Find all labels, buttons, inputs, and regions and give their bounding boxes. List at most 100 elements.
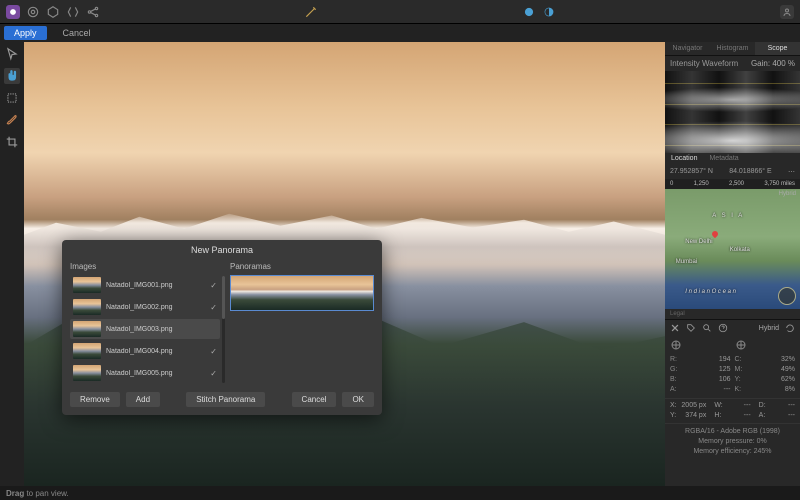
- color-profile: RGBA/16 - Adobe RGB (1998): [670, 427, 795, 437]
- val-d: ---: [788, 401, 795, 411]
- info-toolbar: Hybrid: [665, 319, 800, 336]
- wand-icon[interactable]: [304, 5, 318, 19]
- gain-value[interactable]: 400 %: [772, 59, 795, 68]
- scope-title: Intensity Waveform: [670, 59, 738, 68]
- check-icon[interactable]: ✓: [210, 369, 217, 378]
- dialog-title: New Panorama: [62, 240, 382, 258]
- panel-tabs: Navigator Histogram Scope: [665, 42, 800, 56]
- mirror-icon[interactable]: [66, 5, 80, 19]
- image-name: Natadol_IMG001.png: [106, 282, 205, 289]
- position-info: X:2005 px Y:374 px W:--- H:--- D:--- A:-…: [665, 398, 800, 423]
- top-toolbar: [0, 0, 800, 24]
- half-circle-icon[interactable]: [542, 5, 556, 19]
- thumbnail: [73, 321, 101, 337]
- tab-histogram[interactable]: Histogram: [710, 42, 755, 55]
- val-k: 8%: [785, 385, 795, 395]
- hand-tool[interactable]: [4, 68, 20, 84]
- image-item[interactable]: Natadol_IMG001.png ✓: [70, 275, 220, 295]
- apply-button[interactable]: Apply: [4, 26, 47, 40]
- stitch-button[interactable]: Stitch Panorama: [186, 392, 265, 407]
- image-name: Natadol_IMG002.png: [106, 304, 205, 311]
- latitude-value: 27.952857° N: [670, 168, 713, 176]
- share-icon[interactable]: [86, 5, 100, 19]
- longitude-value: 84.018866° E: [729, 168, 772, 176]
- crop-tool[interactable]: [4, 134, 20, 150]
- search-icon[interactable]: [702, 323, 712, 333]
- circle-fill-icon[interactable]: [522, 5, 536, 19]
- image-item[interactable]: Natadol_IMG005.png ✓: [70, 363, 220, 383]
- val-a2: ---: [788, 411, 795, 421]
- marquee-tool[interactable]: [4, 90, 20, 106]
- map-type-label[interactable]: Hybrid: [779, 191, 796, 197]
- check-icon[interactable]: ✓: [210, 347, 217, 356]
- document-info: RGBA/16 - Adobe RGB (1998) Memory pressu…: [665, 423, 800, 460]
- scrollbar[interactable]: [222, 276, 225, 383]
- help-icon[interactable]: [718, 323, 728, 333]
- new-panorama-dialog: New Panorama Images Natadol_IMG001.png ✓…: [62, 240, 382, 415]
- crescent-icon[interactable]: [562, 5, 576, 19]
- image-list[interactable]: Natadol_IMG001.png ✓ Natadol_IMG002.png …: [70, 275, 220, 383]
- add-button[interactable]: Add: [126, 392, 160, 407]
- tag-icon[interactable]: [686, 323, 696, 333]
- close-x-icon[interactable]: [670, 323, 680, 333]
- app-icon[interactable]: [6, 5, 20, 19]
- thumbnail: [73, 343, 101, 359]
- status-hint: to pan view.: [24, 489, 68, 498]
- thumbnail: [73, 365, 101, 381]
- info-mode[interactable]: Hybrid: [759, 325, 779, 332]
- check-icon[interactable]: ✓: [210, 281, 217, 290]
- location-menu-icon[interactable]: ⋯: [788, 168, 795, 176]
- dialog-ok-button[interactable]: OK: [342, 392, 374, 407]
- refresh-icon[interactable]: [785, 323, 795, 333]
- image-name: Natadol_IMG003.png: [106, 326, 212, 333]
- val-h: ---: [744, 411, 751, 421]
- compass-icon[interactable]: [778, 287, 796, 305]
- tab-navigator[interactable]: Navigator: [665, 42, 710, 55]
- waveform-scope: [665, 71, 800, 153]
- right-panels: Navigator Histogram Scope Intensity Wave…: [665, 42, 800, 486]
- color-info: R:194 G:125 B:106 A:--- C:32% M:49% Y:62…: [665, 336, 800, 398]
- eyedropper-icon: [670, 339, 682, 351]
- brush-tool[interactable]: [4, 112, 20, 128]
- val-y: 62%: [781, 375, 795, 385]
- map-label-asia: A S I A: [712, 213, 744, 219]
- panoramas-label: Panoramas: [230, 262, 374, 271]
- status-hint-strong: Drag: [6, 489, 24, 498]
- val-c: 32%: [781, 355, 795, 365]
- val-r: 194: [719, 355, 731, 365]
- image-item[interactable]: Natadol_IMG004.png ✓: [70, 341, 220, 361]
- memory-pressure: Memory pressure: 0%: [670, 437, 795, 447]
- map-legal-link[interactable]: Legal: [665, 309, 800, 319]
- hexagon-icon[interactable]: [46, 5, 60, 19]
- val-x: 2005 px: [681, 401, 706, 411]
- images-label: Images: [70, 262, 220, 271]
- tab-location[interactable]: Location: [665, 153, 703, 165]
- map-label-kolkata: Kolkata: [730, 247, 750, 253]
- check-icon[interactable]: ✓: [210, 303, 217, 312]
- map-pin-icon: [711, 230, 719, 238]
- tab-metadata[interactable]: Metadata: [703, 153, 744, 165]
- target-icon[interactable]: [26, 5, 40, 19]
- tool-strip: [0, 42, 24, 486]
- remove-button[interactable]: Remove: [70, 392, 120, 407]
- map-label-ocean: I n d i a n O c e a n: [685, 289, 736, 295]
- image-name: Natadol_IMG004.png: [106, 348, 205, 355]
- eyedropper-icon-2: [735, 339, 747, 351]
- cancel-button[interactable]: Cancel: [53, 26, 101, 40]
- account-icon[interactable]: [780, 5, 794, 19]
- val-y2: 374 px: [685, 411, 706, 421]
- val-w: ---: [744, 401, 751, 411]
- val-g: 125: [719, 365, 731, 375]
- status-bar: Drag to pan view.: [0, 486, 800, 500]
- map-label-delhi: New Delhi: [685, 239, 712, 245]
- gain-label: Gain:: [751, 59, 770, 68]
- panorama-preview[interactable]: [230, 275, 374, 311]
- image-item[interactable]: Natadol_IMG003.png: [70, 319, 220, 339]
- action-bar: Apply Cancel: [0, 24, 800, 42]
- dialog-cancel-button[interactable]: Cancel: [292, 392, 337, 407]
- map-scale: 0 1,250 2,500 3,750 miles: [665, 179, 800, 189]
- location-map[interactable]: A S I A New Delhi Kolkata Mumbai I n d i…: [665, 189, 800, 309]
- image-item[interactable]: Natadol_IMG002.png ✓: [70, 297, 220, 317]
- move-tool[interactable]: [4, 46, 20, 62]
- tab-scope[interactable]: Scope: [755, 42, 800, 55]
